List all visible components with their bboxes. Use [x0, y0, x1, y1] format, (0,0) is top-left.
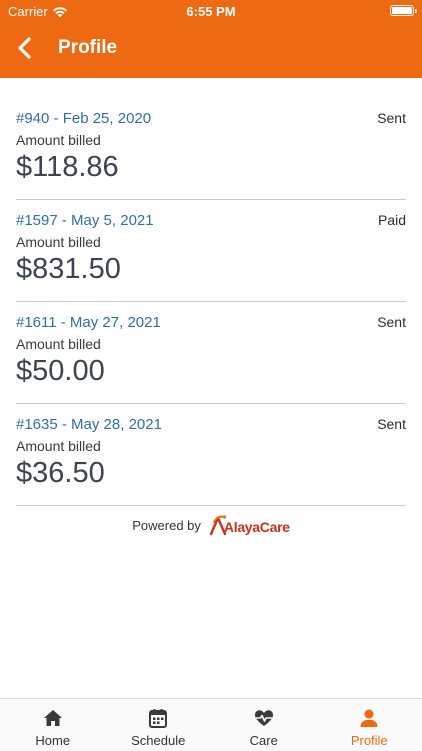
tab-label: Home: [0, 733, 106, 748]
header-bar: Carrier 6:55 PM Profile: [0, 0, 422, 78]
brand-name: AlayaCare: [224, 519, 290, 535]
invoice-amount-label: Amount billed: [16, 438, 101, 454]
invoice-amount-label: Amount billed: [16, 336, 101, 352]
invoice-item[interactable]: #1611 - May 27, 2021 Sent Amount billed …: [16, 302, 406, 404]
invoice-amount: $831.50: [16, 253, 121, 286]
invoice-status: Paid: [378, 212, 406, 228]
battery-icon: [390, 5, 414, 16]
invoice-title: #940 - Feb 25, 2020: [16, 110, 151, 127]
back-button[interactable]: [12, 34, 40, 62]
tab-bar: Home Schedule Care Profile: [0, 698, 422, 751]
navigation-bar: Profile: [0, 28, 422, 68]
invoice-item[interactable]: #1635 - May 28, 2021 Sent Amount billed …: [16, 404, 406, 506]
tab-label: Profile: [317, 733, 422, 748]
status-bar: Carrier 6:55 PM: [0, 0, 422, 22]
clock: 6:55 PM: [0, 4, 422, 19]
powered-by-footer: Powered by AlayaCare: [0, 514, 422, 536]
invoice-title: #1597 - May 5, 2021: [16, 212, 154, 229]
invoice-amount: $36.50: [16, 457, 105, 490]
invoice-item[interactable]: #940 - Feb 25, 2020 Sent Amount billed $…: [16, 98, 406, 200]
invoice-amount: $50.00: [16, 355, 105, 388]
tab-home[interactable]: Home: [0, 699, 106, 751]
alayacare-logo: AlayaCare: [209, 514, 290, 536]
heart-pulse-icon: [253, 707, 275, 729]
invoice-status: Sent: [377, 110, 406, 126]
invoice-amount-label: Amount billed: [16, 234, 101, 250]
chevron-left-icon: [12, 34, 40, 62]
invoice-title: #1635 - May 28, 2021: [16, 416, 162, 433]
invoice-status: Sent: [377, 314, 406, 330]
tab-care[interactable]: Care: [211, 699, 317, 751]
tab-label: Schedule: [106, 733, 212, 748]
home-icon: [42, 707, 64, 729]
person-icon: [358, 707, 380, 729]
calendar-icon: [147, 707, 169, 729]
page-title: Profile: [58, 37, 117, 59]
tab-profile[interactable]: Profile: [317, 699, 422, 751]
invoice-amount: $118.86: [16, 151, 119, 184]
tab-schedule[interactable]: Schedule: [106, 699, 212, 751]
powered-by-label: Powered by: [132, 518, 201, 533]
tab-label: Care: [211, 733, 317, 748]
invoice-amount-label: Amount billed: [16, 132, 101, 148]
invoice-list: #940 - Feb 25, 2020 Sent Amount billed $…: [16, 98, 406, 506]
invoice-item[interactable]: #1597 - May 5, 2021 Paid Amount billed $…: [16, 200, 406, 302]
invoice-title: #1611 - May 27, 2021: [16, 314, 161, 331]
invoice-status: Sent: [377, 416, 406, 432]
